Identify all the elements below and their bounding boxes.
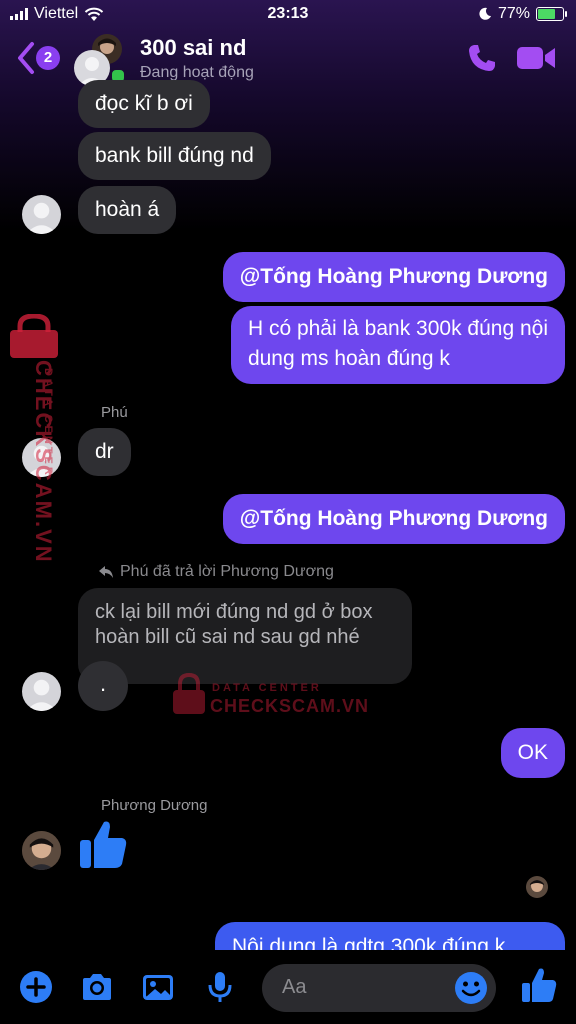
message-outgoing-mention[interactable]: @Tống Hoàng Phương Dương (222, 252, 565, 302)
message-outgoing[interactable]: H có phải là bank 300k đúng nội dung ms … (230, 306, 565, 384)
reply-indicator: Phú đã trả lời Phương Dương (98, 563, 334, 581)
microphone-icon[interactable] (203, 970, 237, 1004)
quoted-message[interactable]: ck lại bill mới đúng nd gd ở box hoàn bi… (78, 588, 412, 684)
message-incoming[interactable]: hoàn á (78, 186, 177, 234)
lock-watermark-icon (8, 313, 60, 358)
plus-icon[interactable] (19, 970, 53, 1004)
message-incoming[interactable]: đọc kĩ b ơi (78, 80, 210, 128)
battery-icon (536, 7, 567, 21)
gallery-icon[interactable] (141, 970, 175, 1004)
reply-arrow-icon (99, 566, 113, 578)
watermark-subtitle: DATA CENTER (42, 368, 54, 478)
status-bar: Viettel 23:13 77% (0, 0, 576, 30)
message-outgoing[interactable]: OK (500, 728, 565, 778)
like-thumb-icon[interactable] (78, 818, 128, 870)
moon-icon (479, 7, 491, 20)
message-outgoing-mention[interactable]: @Tống Hoàng Phương Dương (222, 494, 565, 544)
battery-percent: 77% (497, 5, 530, 22)
reply-label: Phú đã trả lời Phương Dương (120, 563, 334, 580)
contact-avatar[interactable] (22, 672, 61, 711)
message-incoming[interactable]: bank bill đúng nd (78, 132, 271, 180)
camera-icon[interactable] (80, 970, 114, 1004)
message-input-placeholder: Aa (282, 976, 307, 998)
battery-fill (538, 9, 555, 19)
message-input[interactable]: Aa (262, 964, 496, 1012)
quoted-line: hoàn bill cũ sai nd sau gd nhé (95, 626, 360, 648)
message-incoming[interactable]: . (78, 661, 128, 711)
status-right: 77% (478, 5, 567, 23)
phone-icon[interactable] (466, 42, 498, 74)
send-like-icon[interactable] (520, 966, 558, 1004)
quoted-line: ck lại bill mới đúng nd gd ở box (95, 601, 373, 623)
lock-watermark-center-icon (172, 672, 206, 716)
unread-badge[interactable]: 2 (36, 46, 60, 70)
video-call-icon[interactable] (516, 44, 556, 72)
watermark-center-subtitle: DATA CENTER (212, 682, 322, 694)
contact-avatar-photo[interactable] (22, 831, 61, 870)
message-line: dung ms hoàn đúng k (247, 347, 450, 370)
contact-avatar[interactable] (22, 195, 61, 234)
composer-bar: Aa (0, 950, 576, 1024)
read-receipt-avatar (526, 876, 548, 898)
watermark-center-brand: CHECKSCAM.VN (210, 696, 370, 716)
watermark-side: CHECKSCAM.VN DATA CENTER (28, 360, 68, 564)
emoji-icon[interactable] (454, 971, 488, 1005)
message-incoming[interactable]: dr (78, 428, 131, 476)
conversation-title[interactable]: 300 sai nd (140, 35, 246, 61)
sender-name: Phương Dương (101, 797, 208, 814)
sender-name: Phú (101, 404, 128, 421)
message-line: H có phải là bank 300k đúng nội (247, 317, 548, 340)
